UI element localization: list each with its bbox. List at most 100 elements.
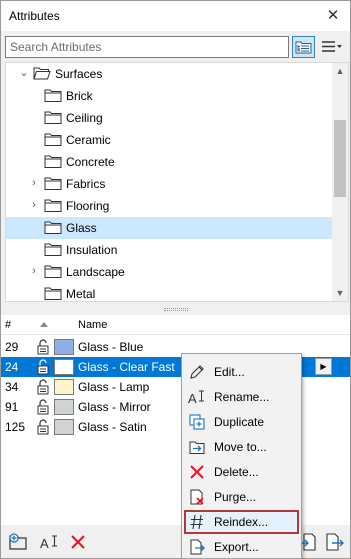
tree-item-glass[interactable]: Glass bbox=[6, 217, 334, 239]
tree-item-surfaces[interactable]: ⌄ Surfaces bbox=[6, 63, 334, 85]
row-name: Glass - Clear Fast bbox=[78, 360, 175, 374]
hash-icon bbox=[188, 513, 206, 531]
folder-icon bbox=[44, 155, 62, 168]
search-row bbox=[1, 34, 350, 60]
rename-icon: A bbox=[188, 388, 206, 406]
sort-up-icon[interactable] bbox=[39, 321, 49, 328]
tree-item-label: Brick bbox=[66, 89, 93, 103]
delete-x-icon bbox=[71, 535, 85, 549]
folder-icon bbox=[44, 133, 62, 146]
list-menu-icon bbox=[322, 41, 342, 52]
pencil-icon bbox=[188, 363, 206, 381]
tree-scrollbar[interactable]: ▲ ▼ bbox=[332, 63, 348, 301]
menu-item-label: Duplicate bbox=[214, 415, 265, 429]
tree-item-label: Fabrics bbox=[66, 177, 106, 191]
tree-item-fabrics[interactable]: › Fabrics bbox=[6, 173, 334, 195]
row-name: Glass - Lamp bbox=[78, 380, 150, 394]
tree-item-ceiling[interactable]: Ceiling bbox=[6, 107, 334, 129]
purge-icon bbox=[188, 488, 206, 506]
folder-icon bbox=[44, 89, 62, 102]
menu-item-label: Delete... bbox=[214, 465, 259, 479]
folder-icon bbox=[44, 111, 62, 124]
tree-item-label: Surfaces bbox=[55, 67, 103, 81]
row-index: 125 bbox=[5, 420, 26, 434]
menu-item-rename[interactable]: A Rename... bbox=[184, 385, 299, 409]
row-name: Glass - Blue bbox=[78, 340, 144, 354]
row-options-arrow-icon[interactable]: ▶ bbox=[315, 358, 332, 375]
chevron-right-icon[interactable]: › bbox=[28, 265, 40, 279]
tree-item-label: Ceramic bbox=[66, 133, 111, 147]
search-input[interactable] bbox=[5, 36, 289, 58]
tree-item-landscape[interactable]: › Landscape bbox=[6, 261, 334, 283]
folder-icon bbox=[44, 287, 62, 300]
menu-item-edit[interactable]: Edit... bbox=[184, 360, 299, 384]
export-button[interactable] bbox=[323, 531, 345, 553]
color-swatch bbox=[54, 399, 74, 415]
tree-item-concrete[interactable]: Concrete bbox=[6, 151, 334, 173]
tree-item-label: Insulation bbox=[66, 243, 118, 257]
folder-icon bbox=[44, 199, 62, 212]
options-menu-button[interactable] bbox=[319, 36, 345, 58]
chevron-right-icon[interactable]: › bbox=[28, 177, 40, 191]
folder-tree-icon bbox=[295, 41, 312, 54]
menu-item-delete[interactable]: Delete... bbox=[184, 460, 299, 484]
list-header: # Name bbox=[1, 315, 350, 335]
menu-item-label: Edit... bbox=[214, 365, 245, 379]
tree-item-insulation[interactable]: Insulation bbox=[6, 239, 334, 261]
folder-icon bbox=[44, 243, 62, 256]
column-header-index[interactable]: # bbox=[5, 319, 11, 331]
folder-icon bbox=[44, 265, 62, 278]
context-menu: Edit... A Rename... Duplicate Move to...… bbox=[181, 353, 302, 559]
menu-item-purge[interactable]: Purge... bbox=[184, 485, 299, 509]
menu-item-label: Move to... bbox=[214, 440, 267, 454]
splitter-grip[interactable] bbox=[164, 308, 188, 311]
open-folder-icon bbox=[33, 67, 51, 80]
menu-item-move-to[interactable]: Move to... bbox=[184, 435, 299, 459]
tree-item-metal[interactable]: Metal bbox=[6, 283, 334, 301]
tree-item-brick[interactable]: Brick bbox=[6, 85, 334, 107]
folder-icon bbox=[44, 221, 62, 234]
new-attribute-button[interactable] bbox=[7, 531, 29, 553]
column-header-name[interactable]: Name bbox=[78, 319, 107, 331]
lock-status-icon[interactable] bbox=[35, 359, 51, 375]
folder-icon bbox=[44, 177, 62, 190]
lock-status-icon[interactable] bbox=[35, 339, 51, 355]
svg-text:A: A bbox=[40, 536, 49, 551]
menu-item-duplicate[interactable]: Duplicate bbox=[184, 410, 299, 434]
folder-tree[interactable]: ⌄ Surfaces Brick Ceiling Ceramic Concret… bbox=[5, 62, 349, 302]
scrollbar-thumb[interactable] bbox=[334, 120, 346, 197]
menu-item-label: Reindex... bbox=[214, 515, 269, 529]
menu-item-label: Rename... bbox=[214, 390, 270, 404]
tree-item-flooring[interactable]: › Flooring bbox=[6, 195, 334, 217]
row-name: Glass - Mirror bbox=[78, 400, 151, 414]
menu-item-label: Purge... bbox=[214, 490, 257, 504]
menu-item-reindex[interactable]: Reindex... bbox=[184, 510, 299, 534]
menu-item-export[interactable]: Export... bbox=[184, 535, 299, 559]
export-icon bbox=[188, 538, 206, 556]
rename-icon: A bbox=[40, 535, 57, 551]
window-title: Attributes bbox=[9, 9, 60, 23]
title-bar: Attributes ✕ bbox=[1, 1, 350, 31]
scroll-up-arrow-icon[interactable]: ▲ bbox=[332, 63, 348, 79]
delete-button[interactable] bbox=[67, 531, 89, 553]
lock-status-icon[interactable] bbox=[35, 419, 51, 435]
rename-button[interactable]: A bbox=[38, 531, 60, 553]
lock-status-icon[interactable] bbox=[35, 379, 51, 395]
move-to-icon bbox=[188, 438, 206, 456]
color-swatch bbox=[54, 379, 74, 395]
chevron-right-icon[interactable]: › bbox=[28, 199, 40, 213]
row-index: 34 bbox=[5, 380, 19, 394]
lock-status-icon[interactable] bbox=[35, 399, 51, 415]
tree-item-ceramic[interactable]: Ceramic bbox=[6, 129, 334, 151]
tree-item-label: Landscape bbox=[66, 265, 125, 279]
color-swatch bbox=[54, 419, 74, 435]
color-swatch bbox=[54, 339, 74, 355]
scroll-down-arrow-icon[interactable]: ▼ bbox=[332, 285, 348, 301]
pane-splitter[interactable] bbox=[1, 305, 350, 315]
tree-view-toggle-button[interactable] bbox=[292, 36, 315, 58]
tree-item-label: Glass bbox=[66, 221, 97, 235]
delete-x-icon bbox=[188, 463, 206, 481]
tree-item-label: Ceiling bbox=[66, 111, 103, 125]
close-icon[interactable]: ✕ bbox=[324, 6, 342, 24]
chevron-down-icon[interactable]: ⌄ bbox=[18, 66, 30, 80]
